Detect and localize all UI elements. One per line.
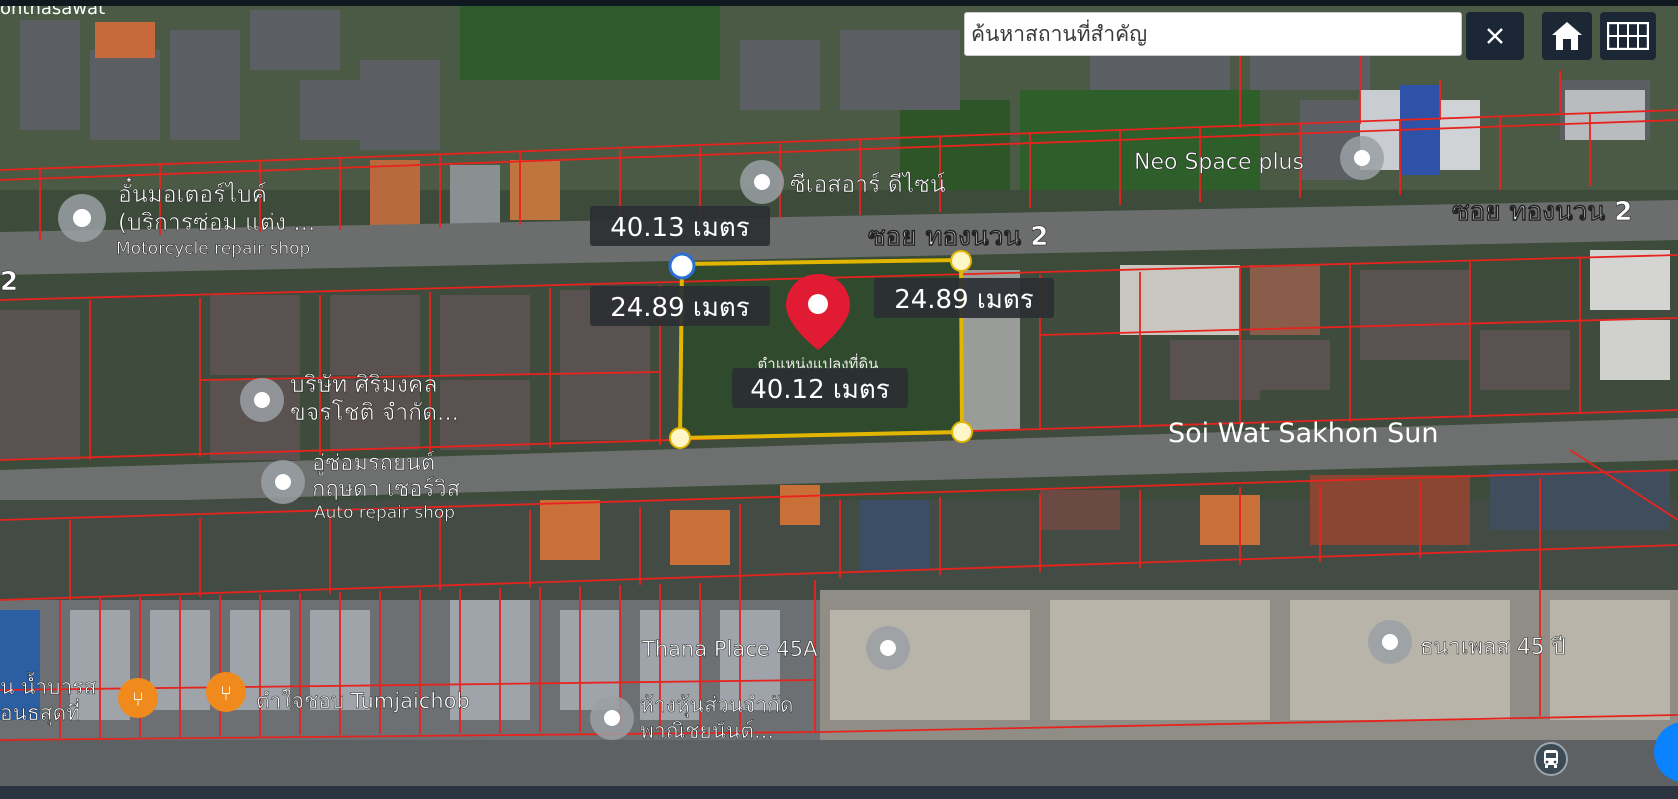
poi-label-auto-th1: อู่ซ่อมรถยนต์ — [312, 451, 435, 476]
corner-handle — [950, 250, 972, 272]
clear-search-button[interactable] — [1466, 12, 1524, 60]
svg-text:24.89 เมตร: 24.89 เมตร — [894, 285, 1034, 315]
measure-label-left: 24.89 เมตร — [590, 286, 770, 326]
poi-label-moto-en: Motorcycle repair shop — [116, 239, 310, 259]
corner-handle — [669, 427, 691, 449]
poi-label-cs: ซีเอสอาร์ ดีไซน์ — [790, 171, 946, 198]
poi-label-left-bottom2: อนธสุดที่ — [0, 698, 80, 726]
bottom-strip — [0, 786, 1678, 799]
poi-label-left-bottom1: น น้ำบารส — [0, 672, 97, 699]
poi-label-shop1: ห้างหุ้นส่วนจำกัด — [640, 693, 794, 718]
poi-pin-icon — [1340, 136, 1384, 180]
search-input[interactable] — [971, 13, 1455, 55]
svg-text:⑂: ⑂ — [132, 687, 144, 711]
corner-handle — [951, 421, 973, 443]
road-label-wat: Soi Wat Sakhon Sun — [1168, 418, 1438, 449]
poi-pin-icon — [590, 696, 634, 740]
poi-label-moto-th2: (บริการซ่อม แต่ง ... — [118, 210, 315, 236]
svg-text:40.12 เมตร: 40.12 เมตร — [750, 375, 890, 405]
poi-label-thana-th: ธนาเพลส 45 ปี — [1420, 635, 1566, 660]
home-icon — [1552, 22, 1582, 50]
poi-label-auto-en: Auto repair shop — [314, 503, 455, 523]
poi-pin-icon — [1368, 620, 1412, 664]
poi-label-siri2: ขจรโชติ จำกัด... — [290, 399, 459, 426]
road-label-soi-center: ซอย ทองนวน 2 — [868, 222, 1048, 252]
bus-icon — [1544, 750, 1558, 768]
poi-pin-icon — [261, 460, 305, 504]
satellite-map[interactable]: ซอย ทองนวน 2 ซอย ทองนวน 2 2 Soi Wat Sakh… — [0, 0, 1678, 799]
poi-label-tumjai: ตำใจชอบ Tumjaichob — [256, 689, 470, 713]
measure-label-top: 40.13 เมตร — [590, 206, 770, 246]
home-button[interactable] — [1542, 12, 1592, 60]
poi-label-moto-th1: อั๋นมอเตอร์ไบค์ — [118, 177, 267, 208]
poi-label-auto-th2: กฤษดา เซอร์วิส — [312, 477, 461, 502]
top-edge-bar — [0, 0, 1678, 6]
measure-label-bottom: 40.12 เมตร — [732, 368, 908, 408]
svg-text:24.89 เมตร: 24.89 เมตร — [610, 293, 750, 323]
svg-text:⑂: ⑂ — [220, 681, 232, 705]
poi-pin-icon — [240, 378, 284, 422]
grid-view-button[interactable] — [1600, 12, 1656, 60]
search-box[interactable] — [964, 12, 1462, 56]
close-icon — [1487, 28, 1503, 44]
svg-text:40.13 เมตร: 40.13 เมตร — [610, 213, 750, 243]
road-label-soi-left: 2 — [0, 267, 18, 297]
restaurant-icon: ⑂ — [118, 678, 158, 718]
road-label-soi-right: ซอย ทองนวน 2 — [1452, 197, 1632, 227]
poi-label-shop2: พาณิชยนันต์... — [640, 719, 774, 743]
grid-icon — [1607, 22, 1649, 50]
poi-label-thana-en: Thana Place 45A — [641, 637, 818, 661]
poi-label-neo: Neo Space plus — [1134, 150, 1304, 175]
measure-start-handle — [668, 252, 696, 280]
poi-label-siri1: บริษัท ศิริมงคล — [290, 372, 437, 398]
poi-pin-icon — [866, 626, 910, 670]
measure-label-right: 24.89 เมตร — [874, 278, 1054, 318]
poi-pin-icon — [740, 160, 784, 204]
bus-stop-icon[interactable] — [1534, 742, 1568, 776]
restaurant-icon: ⑂ — [206, 672, 246, 712]
poi-pin-icon — [58, 194, 106, 242]
